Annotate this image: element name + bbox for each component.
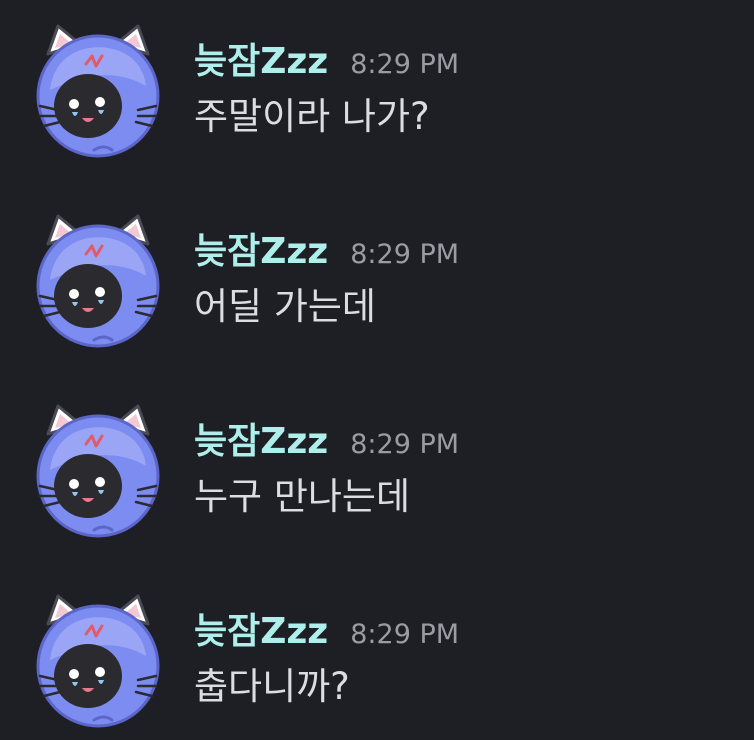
cat-hood-avatar-icon[interactable] bbox=[28, 20, 168, 160]
username[interactable]: 늦잠Zzz bbox=[194, 611, 328, 652]
username[interactable]: 늦잠Zzz bbox=[194, 231, 328, 272]
message-text: 주말이라 나가? bbox=[194, 95, 430, 138]
message-text: 어딜 가는데 bbox=[194, 285, 376, 328]
cat-hood-avatar-icon[interactable] bbox=[28, 400, 168, 540]
chat-message: 늦잠Zzz 8:29 PM 춥다니까? bbox=[0, 570, 754, 728]
timestamp: 8:29 PM bbox=[350, 49, 460, 80]
timestamp: 8:29 PM bbox=[350, 429, 460, 460]
chat-message: 늦잠Zzz 8:29 PM 주말이라 나가? bbox=[0, 0, 754, 158]
message-text: 춥다니까? bbox=[194, 665, 350, 708]
cat-hood-avatar-icon[interactable] bbox=[28, 210, 168, 350]
chat-message-list: 늦잠Zzz 8:29 PM 주말이라 나가? 늦잠Zzz 8:29 PM 어딜 가는… bbox=[0, 0, 754, 740]
message-header: 늦잠Zzz 8:29 PM bbox=[194, 222, 460, 272]
message-header: 늦잠Zzz 8:29 PM bbox=[194, 602, 460, 652]
timestamp: 8:29 PM bbox=[350, 239, 460, 270]
chat-message: 늦잠Zzz 8:29 PM 어딜 가는데 bbox=[0, 190, 754, 348]
message-header: 늦잠Zzz 8:29 PM bbox=[194, 32, 460, 82]
username[interactable]: 늦잠Zzz bbox=[194, 41, 328, 82]
message-header: 늦잠Zzz 8:29 PM bbox=[194, 412, 460, 462]
username[interactable]: 늦잠Zzz bbox=[194, 421, 328, 462]
timestamp: 8:29 PM bbox=[350, 619, 460, 650]
chat-message: 늦잠Zzz 8:29 PM 누구 만나는데 bbox=[0, 380, 754, 538]
message-text: 누구 만나는데 bbox=[194, 475, 411, 518]
cat-hood-avatar-icon[interactable] bbox=[28, 590, 168, 730]
